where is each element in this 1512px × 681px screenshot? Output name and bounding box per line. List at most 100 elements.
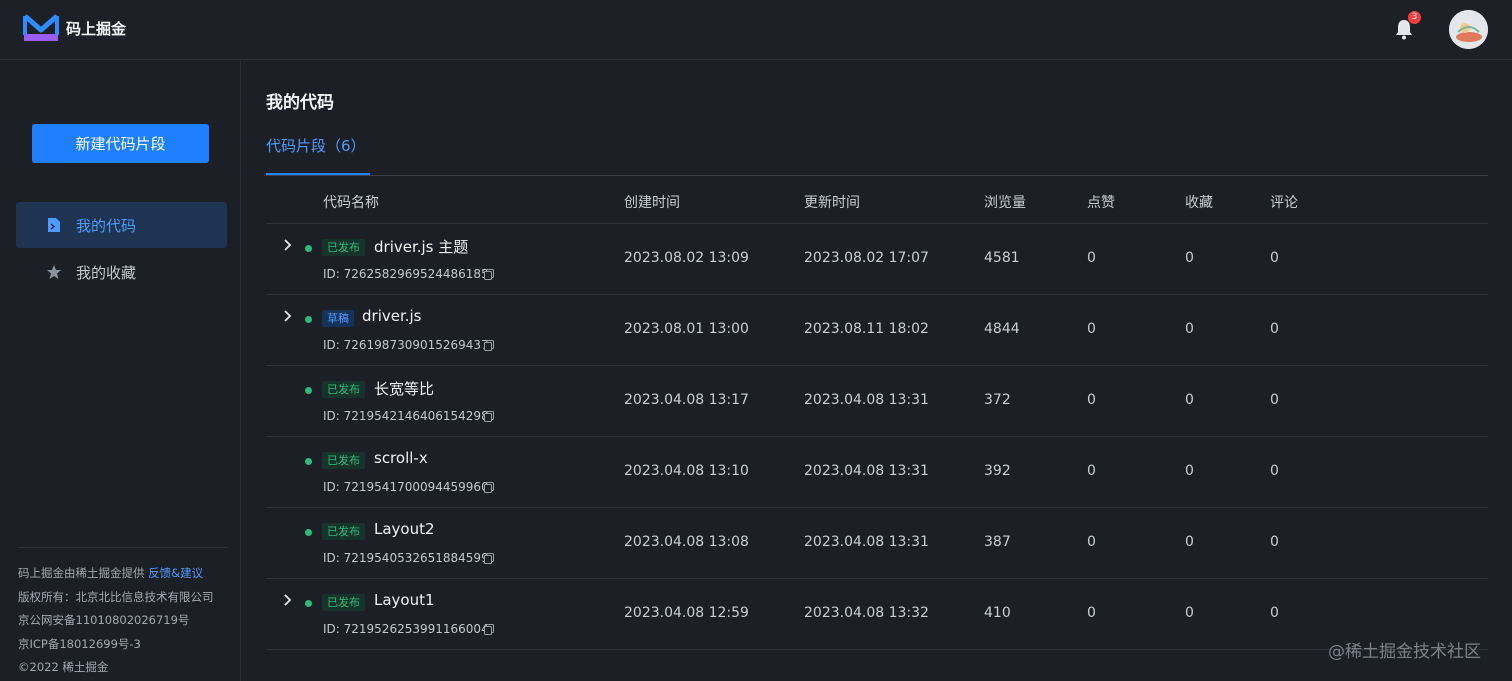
table-row[interactable]: 草稿 driver.js ID: 7261987309015269437 2023.0… bbox=[266, 295, 1488, 366]
chevron-right-icon[interactable] bbox=[282, 593, 294, 607]
status-badge: 已发布 bbox=[322, 239, 365, 256]
chevron-right-icon[interactable] bbox=[282, 309, 294, 323]
updated-time-cell: 2023.04.08 13:32 bbox=[804, 605, 929, 621]
comments-cell: 0 bbox=[1270, 534, 1279, 550]
snippet-name[interactable]: Layout1 bbox=[374, 591, 435, 609]
copy-icon[interactable] bbox=[484, 624, 494, 635]
views-cell: 410 bbox=[984, 605, 1011, 621]
table-row[interactable]: 已发布 scroll-x ID: 7219541700094459960 2023.0… bbox=[266, 437, 1488, 508]
created-time-cell: 2023.04.08 13:17 bbox=[624, 392, 749, 408]
sidebar-item-my-code[interactable]: 我的代码 bbox=[16, 202, 227, 248]
views-cell: 4844 bbox=[984, 321, 1020, 337]
created-time-cell: 2023.04.08 13:08 bbox=[624, 534, 749, 550]
status-badge: 已发布 bbox=[322, 452, 365, 469]
watermark: @稀土掘金技术社区 bbox=[1328, 642, 1481, 662]
status-badge: 已发布 bbox=[322, 594, 365, 611]
updated-time-cell: 2023.08.02 17:07 bbox=[804, 250, 929, 266]
favorites-cell: 0 bbox=[1185, 534, 1194, 550]
comments-cell: 0 bbox=[1270, 605, 1279, 621]
status-dot bbox=[305, 387, 312, 394]
snippet-name[interactable]: scroll-x bbox=[374, 449, 428, 467]
column-header-updated: 更新时间 bbox=[804, 195, 860, 211]
status-badge: 已发布 bbox=[322, 381, 365, 398]
column-header-name: 代码名称 bbox=[323, 195, 379, 211]
logo-icon bbox=[23, 14, 59, 41]
copy-icon[interactable] bbox=[484, 482, 494, 493]
footer-icp-record[interactable]: 京ICP备18012699号-3 bbox=[18, 633, 228, 657]
table-row[interactable]: 已发布 driver.js 主题 ID: 7262582969524486185 20… bbox=[266, 224, 1488, 295]
column-header-likes: 点赞 bbox=[1087, 195, 1115, 211]
snippet-name[interactable]: driver.js 主题 bbox=[374, 236, 468, 257]
snippet-id: ID: 7261987309015269437 bbox=[323, 338, 489, 352]
snippet-id: ID: 7262582969524486185 bbox=[323, 267, 489, 281]
logo-text: 码上掘金 bbox=[66, 19, 127, 38]
snippet-id: ID: 7219540532651884599 bbox=[323, 551, 489, 565]
top-bar: 码上掘金 3 bbox=[0, 0, 1512, 60]
created-time-cell: 2023.04.08 13:10 bbox=[624, 463, 749, 479]
table-row[interactable]: 已发布 Layout2 ID: 7219540532651884599 2023.04… bbox=[266, 508, 1488, 579]
views-cell: 4581 bbox=[984, 250, 1020, 266]
footer-copyright: 版权所有：北京北比信息技术有限公司 bbox=[18, 589, 214, 604]
comments-cell: 0 bbox=[1270, 321, 1279, 337]
sidebar-item-label: 我的代码 bbox=[76, 216, 137, 235]
snippet-id: ID: 7219541700094459960 bbox=[323, 480, 489, 494]
sidebar-item-label: 我的收藏 bbox=[76, 263, 137, 282]
avatar[interactable] bbox=[1449, 10, 1488, 49]
updated-time-cell: 2023.04.08 13:31 bbox=[804, 534, 929, 550]
views-cell: 372 bbox=[984, 392, 1011, 408]
views-cell: 387 bbox=[984, 534, 1011, 550]
main-content: 我的代码 代码片段（6） 代码名称 创建时间 更新时间 浏览量 点赞 收藏 评论… bbox=[266, 61, 1488, 681]
column-header-favorites: 收藏 bbox=[1185, 195, 1213, 211]
status-dot bbox=[305, 245, 312, 252]
updated-time-cell: 2023.08.11 18:02 bbox=[804, 321, 929, 337]
created-time-cell: 2023.08.01 13:00 bbox=[624, 321, 749, 337]
comments-cell: 0 bbox=[1270, 463, 1279, 479]
column-header-created: 创建时间 bbox=[624, 195, 680, 211]
notification-badge: 3 bbox=[1408, 11, 1421, 24]
feedback-link[interactable]: 反馈&建议 bbox=[148, 566, 203, 580]
updated-time-cell: 2023.04.08 13:31 bbox=[804, 463, 929, 479]
column-header-views: 浏览量 bbox=[984, 195, 1026, 211]
views-cell: 392 bbox=[984, 463, 1011, 479]
footer-police-record[interactable]: 京公网安备11010802026719号 bbox=[18, 609, 228, 633]
table-row[interactable]: 已发布 长宽等比 ID: 7219542146406154298 2023.04.08… bbox=[266, 366, 1488, 437]
favorites-cell: 0 bbox=[1185, 605, 1194, 621]
copy-icon[interactable] bbox=[484, 269, 494, 280]
snippet-name[interactable]: driver.js bbox=[362, 307, 422, 325]
tab-code-snippets[interactable]: 代码片段（6） bbox=[266, 135, 366, 156]
status-dot bbox=[305, 316, 312, 323]
likes-cell: 0 bbox=[1087, 605, 1096, 621]
table-row[interactable]: 已发布 Layout1 ID: 7219526253991166004 2023.04… bbox=[266, 579, 1488, 650]
favorites-cell: 0 bbox=[1185, 392, 1194, 408]
created-time-cell: 2023.04.08 12:59 bbox=[624, 605, 749, 621]
snippet-name[interactable]: Layout2 bbox=[374, 520, 435, 538]
status-badge: 已发布 bbox=[322, 523, 365, 540]
new-snippet-button[interactable]: 新建代码片段 bbox=[32, 124, 209, 163]
likes-cell: 0 bbox=[1087, 392, 1096, 408]
status-dot bbox=[305, 529, 312, 536]
footer-provider-text: 码上掘金由稀土掘金提供 bbox=[18, 566, 145, 580]
likes-cell: 0 bbox=[1087, 321, 1096, 337]
chevron-right-icon[interactable] bbox=[282, 238, 294, 252]
snippet-name[interactable]: 长宽等比 bbox=[374, 378, 434, 399]
tab-divider bbox=[266, 175, 1488, 176]
copy-icon[interactable] bbox=[484, 553, 494, 564]
sidebar: 新建代码片段 我的代码 我的收藏 码上掘金由稀土掘金提供 反馈&建议 版权所有：… bbox=[0, 61, 241, 681]
status-dot bbox=[305, 600, 312, 607]
snippet-id: ID: 7219526253991166004 bbox=[323, 622, 489, 636]
sidebar-footer: 码上掘金由稀土掘金提供 反馈&建议 版权所有：北京北比信息技术有限公司 京公网安… bbox=[18, 547, 228, 680]
copy-icon[interactable] bbox=[484, 411, 494, 422]
copy-icon[interactable] bbox=[484, 340, 494, 351]
logo[interactable]: 码上掘金 bbox=[22, 13, 126, 43]
likes-cell: 0 bbox=[1087, 463, 1096, 479]
column-header-comments: 评论 bbox=[1270, 195, 1298, 211]
favorites-cell: 0 bbox=[1185, 250, 1194, 266]
code-file-icon bbox=[48, 218, 60, 232]
likes-cell: 0 bbox=[1087, 250, 1096, 266]
footer-year: ©2022 稀土掘金 bbox=[18, 660, 109, 674]
sidebar-item-my-favorites[interactable]: 我的收藏 bbox=[16, 249, 227, 295]
page-title: 我的代码 bbox=[266, 93, 334, 113]
footer-line-provider: 码上掘金由稀土掘金提供 反馈&建议 bbox=[18, 562, 228, 586]
comments-cell: 0 bbox=[1270, 392, 1279, 408]
updated-time-cell: 2023.04.08 13:31 bbox=[804, 392, 929, 408]
